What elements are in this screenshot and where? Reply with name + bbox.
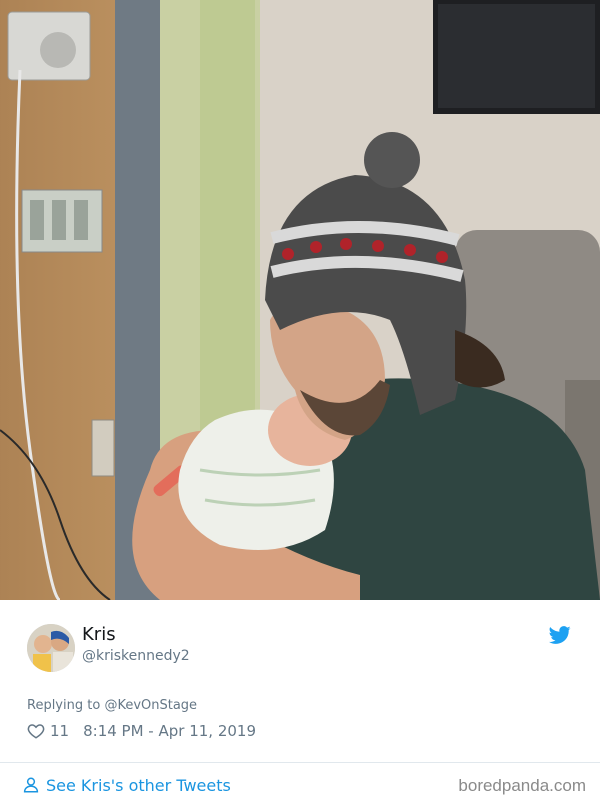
tweet-meta-row: 11 8:14 PM - Apr 11, 2019 xyxy=(27,720,256,742)
user-icon xyxy=(23,777,39,793)
like-count: 11 xyxy=(50,722,70,740)
author-name[interactable]: Kris xyxy=(82,624,116,645)
author-handle[interactable]: @kriskennedy2 xyxy=(82,648,190,664)
see-other-tweets-label: See Kris's other Tweets xyxy=(46,775,231,795)
tweet-photo[interactable] xyxy=(0,0,600,600)
photo-illustration xyxy=(0,0,600,600)
replying-to-prefix: Replying to xyxy=(27,698,105,713)
tweet-timestamp[interactable]: 8:14 PM - Apr 11, 2019 xyxy=(83,722,256,740)
see-other-tweets-link[interactable]: See Kris's other Tweets xyxy=(22,774,231,796)
divider xyxy=(0,762,600,763)
heart-icon[interactable] xyxy=(27,722,45,740)
replying-to-line: Replying to @KevOnStage xyxy=(27,698,197,713)
tweet-card: Kris @kriskennedy2 Replying to @KevOnSta… xyxy=(0,600,600,806)
twitter-bird-icon[interactable] xyxy=(549,624,571,646)
avatar-image xyxy=(27,624,75,672)
avatar[interactable] xyxy=(27,624,75,672)
boredpanda-watermark: boredpanda.com xyxy=(458,776,586,795)
replying-to-handle[interactable]: @KevOnStage xyxy=(104,698,197,713)
